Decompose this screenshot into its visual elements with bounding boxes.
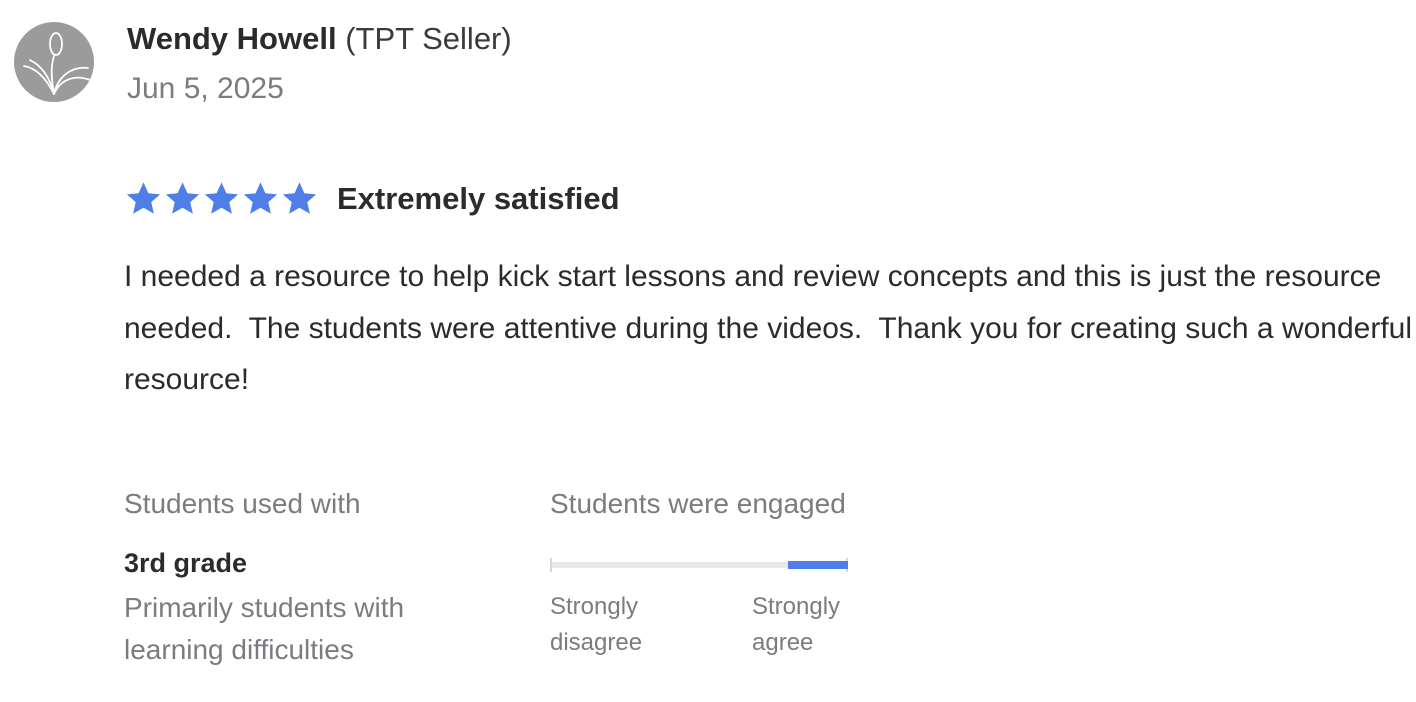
student-population: Primarily students with learning difficu… [124,592,405,665]
star-icon [126,182,161,214]
leaf-logo-icon [23,32,91,95]
star-icon [282,182,317,214]
star-icon [204,182,239,214]
engagement-scale-fill [788,561,848,569]
author-role: (TPT Seller) [345,21,512,56]
scale-min-label: Strongly disagree [550,593,643,656]
star-rating [124,180,319,218]
author-name[interactable]: Wendy Howell [127,21,337,56]
engagement-heading: Students were engaged [550,488,846,519]
students-used-with-heading: Students used with [124,488,361,519]
grade-level: 3rd grade [124,548,248,578]
review-author: Wendy Howell (TPT Seller) [127,20,512,58]
avatar[interactable] [14,22,94,102]
rating-label: Extremely satisfied [337,181,620,216]
star-icon [243,182,278,214]
review-date: Jun 5, 2025 [127,72,284,105]
star-icon [165,182,200,214]
review-text: I needed a resource to help kick start l… [124,260,1413,396]
scale-max-label: Strongly agree [752,593,841,656]
engagement-scale-start-tick [550,558,552,572]
rating-row: Extremely satisfied [124,177,620,221]
